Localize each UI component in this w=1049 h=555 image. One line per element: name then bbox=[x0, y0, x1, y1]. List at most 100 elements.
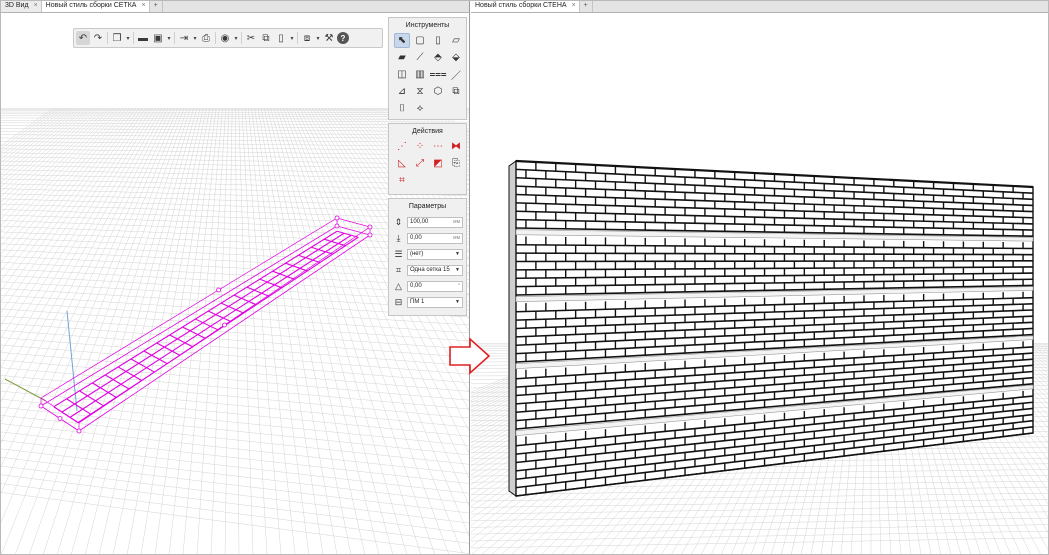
stair-tool-icon[interactable]: ⊿ bbox=[394, 84, 410, 99]
select-tool-icon[interactable]: ⬉ bbox=[394, 33, 410, 48]
mesh-handle[interactable] bbox=[367, 224, 373, 230]
window-tool-icon[interactable]: ▥ bbox=[412, 67, 428, 82]
toolbar-separator bbox=[133, 32, 134, 44]
unit-label: мм bbox=[453, 234, 460, 241]
left-3d-viewport[interactable]: ↶ ↷ ❐ ▾ ▬ ▣ ▾ ⇥ ▾ ⎙ ◉ ▾ ✂ ⧉ ▯ ▾ ⧈ ▾ ⚒ ? … bbox=[1, 13, 469, 554]
mirror-icon[interactable]: ⧓ bbox=[448, 139, 464, 154]
param-row-layer: ⊟ ПМ 1 ▼ bbox=[389, 294, 466, 310]
paste-icon[interactable]: ▯ bbox=[274, 31, 288, 45]
split-icon[interactable]: ◩ bbox=[430, 156, 446, 171]
tab-mesh-assembly[interactable]: Новый стиль сборки СЕТКА × bbox=[41, 1, 150, 12]
grid-line bbox=[247, 107, 296, 554]
profile-tool-icon[interactable]: ⬘ bbox=[430, 50, 446, 65]
library-tool-icon[interactable]: ⧉ bbox=[448, 84, 464, 99]
render-icon[interactable]: ◉ bbox=[218, 31, 232, 45]
mesh-handle[interactable] bbox=[57, 416, 63, 421]
mesh-handle[interactable] bbox=[367, 232, 373, 238]
copy-icon[interactable]: ⧉ bbox=[259, 31, 273, 45]
close-icon[interactable]: × bbox=[34, 1, 38, 12]
chevron-down-icon[interactable]: ▾ bbox=[315, 31, 321, 45]
mesh-select[interactable]: Одна сетка 15 ▼ bbox=[407, 264, 463, 276]
tab-label: Новый стиль сборки СЕТКА bbox=[45, 2, 137, 9]
toolbar-separator bbox=[215, 32, 216, 44]
close-icon[interactable]: × bbox=[141, 1, 145, 12]
copy-view-icon[interactable]: ❐ bbox=[110, 31, 124, 45]
close-icon[interactable]: × bbox=[572, 1, 576, 12]
railing-tool-icon[interactable]: ⩶ bbox=[429, 67, 446, 82]
door-tool-icon[interactable]: ◫ bbox=[394, 67, 410, 82]
material-select[interactable]: (нет) ▼ bbox=[407, 248, 463, 260]
mesh-handle[interactable] bbox=[334, 223, 340, 229]
opening-tool-icon[interactable]: ⌷ bbox=[394, 101, 410, 116]
wall-tool-icon[interactable]: ▢ bbox=[412, 33, 428, 48]
mesh-handle[interactable] bbox=[38, 403, 44, 409]
move-points-icon[interactable]: ⋰ bbox=[394, 139, 410, 154]
right-3d-viewport[interactable] bbox=[471, 13, 1048, 554]
mesh-handle[interactable] bbox=[222, 322, 227, 328]
measure-tool-icon[interactable]: ⟡ bbox=[412, 101, 428, 116]
add-tab-button[interactable]: + bbox=[149, 1, 163, 12]
mesh-bar bbox=[246, 286, 270, 297]
mesh-handle[interactable] bbox=[334, 215, 340, 221]
roof-tool-icon[interactable]: ⬙ bbox=[448, 50, 464, 65]
morph-tool-icon[interactable]: ⬡ bbox=[430, 84, 446, 99]
print-icon[interactable]: ⎙ bbox=[199, 31, 213, 45]
unit-label: ° bbox=[458, 282, 460, 289]
layers-icon[interactable]: ⧈ bbox=[300, 31, 314, 45]
grid-line bbox=[1, 483, 469, 544]
grid-line bbox=[1, 315, 469, 350]
layer-select[interactable]: ПМ 1 ▼ bbox=[407, 296, 463, 308]
tab-3d-view[interactable]: 3D Вид × bbox=[1, 1, 42, 12]
rotate-icon[interactable]: ⁘ bbox=[412, 139, 428, 154]
line-tool-icon[interactable]: ／ bbox=[448, 67, 464, 82]
tools-panel: Инструменты ⬉ ▢ ▯ ▱ ▰ ⟋ ⬘ ⬙ ◫ ▥ ⩶ ／ ⊿ ⧖ … bbox=[388, 17, 467, 120]
redo-icon[interactable]: ↷ bbox=[91, 31, 105, 45]
explode-icon[interactable]: ⌗ bbox=[394, 173, 410, 188]
column-tool-icon[interactable]: ▯ bbox=[430, 33, 446, 48]
mesh-bar bbox=[272, 270, 295, 280]
tab-wall-assembly[interactable]: Новый стиль сборки СТЕНА × bbox=[471, 1, 580, 12]
stretch-icon[interactable]: ⤢ bbox=[412, 156, 428, 171]
actions-panel: Действия ⋰ ⁘ ⋯ ⧓ ◺ ⤢ ◩ ⎘ ⌗ bbox=[388, 123, 467, 195]
beam-tool-icon[interactable]: ▱ bbox=[448, 33, 464, 48]
mesh-handle[interactable] bbox=[216, 287, 222, 293]
offset-icon[interactable]: ◺ bbox=[394, 156, 410, 171]
toolbar-separator bbox=[241, 32, 242, 44]
mesh-handle[interactable] bbox=[76, 428, 82, 434]
array-icon[interactable]: ⋯ bbox=[430, 139, 446, 154]
chevron-down-icon[interactable]: ▾ bbox=[166, 31, 172, 45]
chevron-down-icon: ▼ bbox=[455, 298, 460, 305]
object-tool-icon[interactable]: ⧖ bbox=[412, 84, 428, 99]
thickness-field[interactable]: 100,00 мм bbox=[407, 216, 463, 228]
copy-properties-icon[interactable]: ⎘ bbox=[448, 156, 464, 171]
rebar-tool-icon[interactable]: ⟋ bbox=[412, 50, 428, 65]
chevron-down-icon[interactable]: ▾ bbox=[125, 31, 131, 45]
chevron-down-icon[interactable]: ▾ bbox=[289, 31, 295, 45]
undo-icon[interactable]: ↶ bbox=[76, 31, 90, 45]
offset-value: 0,00 bbox=[410, 234, 422, 241]
thickness-icon: ⇕ bbox=[394, 216, 403, 227]
settings-icon[interactable]: ⚒ bbox=[322, 31, 336, 45]
angle-field[interactable]: 0,00 ° bbox=[407, 280, 463, 292]
app-window: 3D Вид × Новый стиль сборки СЕТКА × + ↶ … bbox=[0, 0, 1049, 555]
export-icon[interactable]: ⇥ bbox=[177, 31, 191, 45]
offset-field[interactable]: 0,00 мм bbox=[407, 232, 463, 244]
offset-icon: ⤓ bbox=[396, 232, 401, 243]
add-tab-button[interactable]: + bbox=[579, 1, 593, 12]
actions-grid: ⋰ ⁘ ⋯ ⧓ ◺ ⤢ ◩ ⎘ ⌗ bbox=[389, 137, 466, 190]
param-row-thickness: ⇕ 100,00 мм bbox=[389, 214, 466, 230]
tab-label: 3D Вид bbox=[5, 2, 29, 9]
brick-wall-model[interactable] bbox=[508, 159, 1034, 497]
right-view-pane: Новый стиль сборки СТЕНА × + bbox=[471, 1, 1048, 554]
chevron-down-icon[interactable]: ▾ bbox=[233, 31, 239, 45]
cut-icon[interactable]: ✂ bbox=[244, 31, 258, 45]
grid-line bbox=[1, 383, 469, 428]
save-icon[interactable]: ▣ bbox=[151, 31, 165, 45]
tab-label: Новый стиль сборки СТЕНА bbox=[475, 2, 567, 9]
help-icon[interactable]: ? bbox=[337, 32, 349, 44]
grid-line bbox=[1, 465, 469, 524]
slab-tool-icon[interactable]: ▰ bbox=[394, 50, 410, 65]
param-row-material: ☰ (нет) ▼ bbox=[389, 246, 466, 262]
chevron-down-icon[interactable]: ▾ bbox=[192, 31, 198, 45]
folder-icon[interactable]: ▬ bbox=[136, 31, 150, 45]
